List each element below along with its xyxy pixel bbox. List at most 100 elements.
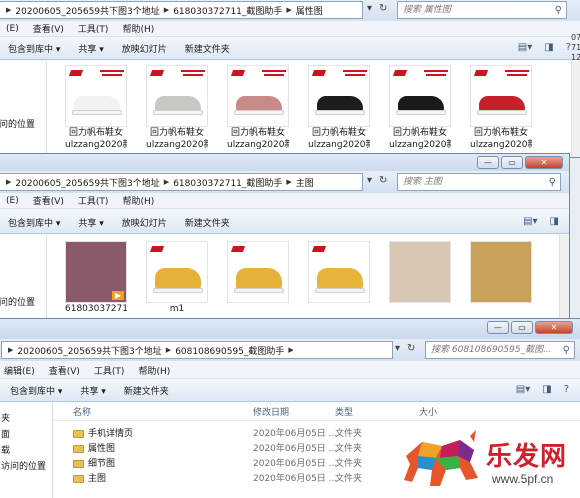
view-options-icon[interactable]: ▤▾ [516, 384, 530, 395]
menu-tools[interactable]: 工具(T) [71, 194, 116, 207]
preview-pane-icon[interactable]: ◨ [544, 42, 553, 53]
maximize-icon[interactable]: ▭ [501, 156, 523, 169]
menu-bar: (E) 查看(V) 工具(T) 帮助(H) [0, 193, 569, 209]
breadcrumb-arrow-icon[interactable]: ▶ [164, 346, 173, 354]
breadcrumb-segment[interactable]: 20200605_205659共下图3个地址 [13, 176, 161, 189]
menu-help[interactable]: 帮助(H) [115, 194, 161, 207]
search-input[interactable]: 搜索 主图 ⚲ [397, 173, 561, 191]
breadcrumb-arrow-icon[interactable]: ▶ [284, 6, 293, 14]
file-item[interactable]: m1 [146, 241, 208, 315]
breadcrumb-arrow-icon[interactable]: ▶ [162, 6, 171, 14]
address-row: ▶ 20200605_205659共下图3个地址 ▶ 618030372711_… [0, 0, 580, 21]
view-options-icon[interactable]: ▤▾ [523, 216, 537, 227]
file-item[interactable] [470, 241, 532, 303]
refresh-icon[interactable]: ↻ [379, 175, 387, 186]
file-item[interactable] [308, 241, 370, 303]
help-icon[interactable]: ? [564, 384, 569, 395]
breadcrumb-segment[interactable]: 20200605_205659共下图3个地址 [15, 344, 163, 357]
menu-view[interactable]: 查看(V) [42, 364, 87, 377]
include-in-library-button[interactable]: 包含到库中 ▾ [0, 42, 69, 55]
share-button[interactable]: 共享 ▾ [69, 216, 112, 229]
file-item[interactable] [227, 241, 289, 303]
breadcrumb-arrow-icon[interactable]: ▶ [162, 178, 171, 186]
nav-item-recent-places[interactable]: 问的位置 [0, 117, 35, 130]
maximize-icon[interactable]: ▭ [511, 321, 533, 334]
search-input[interactable]: 搜索 608108690595_截图... ⚲ [425, 341, 575, 359]
file-item[interactable]: 回力帆布鞋女 ulzzang2020新 [227, 65, 289, 151]
breadcrumb-arrow-icon[interactable]: ▶ [6, 346, 15, 354]
menu-edit[interactable]: (E) [0, 196, 26, 206]
search-placeholder: 搜索 主图 [403, 177, 442, 187]
menu-edit[interactable]: (E) [0, 24, 26, 34]
menu-help[interactable]: 帮助(H) [115, 22, 161, 35]
menu-edit[interactable]: 编辑(E) [0, 364, 42, 377]
menu-view[interactable]: 查看(V) [26, 22, 71, 35]
breadcrumb-segment[interactable]: 属性图 [294, 4, 325, 17]
menu-tools[interactable]: 工具(T) [71, 22, 116, 35]
share-button[interactable]: 共享 ▾ [69, 42, 112, 55]
slideshow-button[interactable]: 放映幻灯片 [113, 216, 176, 229]
minimize-icon[interactable]: — [477, 156, 499, 169]
vertical-scrollbar[interactable] [559, 235, 569, 322]
close-icon[interactable]: ✕ [535, 321, 573, 334]
slideshow-button[interactable]: 放映幻灯片 [113, 42, 176, 55]
file-name-line2: ulzzang2020新 [470, 140, 532, 150]
file-item[interactable]: 回力帆布鞋女 ulzzang2020新 [146, 65, 208, 151]
folder-date: 2020年06月05日 ... [253, 444, 338, 454]
nav-item-recent-places[interactable]: 问的位置 [0, 295, 35, 308]
include-in-library-button[interactable]: 包含到库中 ▾ [0, 384, 71, 397]
column-name[interactable]: 名称 [73, 405, 91, 418]
menu-tools[interactable]: 工具(T) [87, 364, 132, 377]
search-icon[interactable]: ⚲ [549, 175, 556, 190]
close-icon[interactable]: ✕ [525, 156, 563, 169]
folder-date: 2020年06月05日 ... [253, 474, 338, 484]
breadcrumb-segment[interactable]: 20200605_205659共下图3个地址 [13, 4, 161, 17]
refresh-icon[interactable]: ↻ [379, 3, 387, 14]
file-item[interactable]: 回力帆布鞋女 ulzzang2020新 [470, 65, 532, 151]
file-item[interactable] [389, 241, 451, 303]
menu-help[interactable]: 帮助(H) [131, 364, 177, 377]
new-folder-button[interactable]: 新建文件夹 [176, 42, 239, 55]
column-size[interactable]: 大小 [419, 405, 437, 418]
preview-pane-icon[interactable]: ◨ [550, 216, 559, 227]
file-grid: 回力帆布鞋女 ulzzang2020新 回力帆布鞋女 ulzzang2020新 … [47, 61, 580, 157]
share-button[interactable]: 共享 ▾ [71, 384, 114, 397]
nav-item-recent-places[interactable]: 访问的位置 [1, 459, 46, 472]
address-dropdown-icon[interactable]: ▾ [367, 175, 372, 186]
nav-item-downloads[interactable]: 载 [1, 443, 10, 456]
breadcrumb-arrow-icon[interactable]: ▶ [286, 346, 295, 354]
breadcrumb-segment[interactable]: 主图 [294, 176, 316, 189]
file-item[interactable]: 回力帆布鞋女 ulzzang2020新 [308, 65, 370, 151]
folder-icon [73, 444, 84, 453]
refresh-icon[interactable]: ↻ [407, 343, 415, 354]
search-icon[interactable]: ⚲ [563, 343, 570, 358]
address-bar[interactable]: ▶ 20200605_205659共下图3个地址 ▶ 618030372711_… [0, 173, 363, 191]
breadcrumb-arrow-icon[interactable]: ▶ [4, 6, 13, 14]
column-type[interactable]: 类型 [335, 405, 353, 418]
file-item[interactable]: 回力帆布鞋女 ulzzang2020新 [65, 65, 127, 151]
breadcrumb-arrow-icon[interactable]: ▶ [284, 178, 293, 186]
address-dropdown-icon[interactable]: ▾ [367, 3, 372, 14]
address-bar[interactable]: ▶ 20200605_205659共下图3个地址 ▶ 618030372711_… [0, 1, 363, 19]
breadcrumb-segment[interactable]: 618030372711_截图助手 [171, 176, 284, 189]
menu-view[interactable]: 查看(V) [26, 194, 71, 207]
nav-item-desktop[interactable]: 面 [1, 427, 10, 440]
include-in-library-button[interactable]: 包含到库中 ▾ [0, 216, 69, 229]
address-dropdown-icon[interactable]: ▾ [395, 343, 400, 354]
breadcrumb-arrow-icon[interactable]: ▶ [4, 178, 13, 186]
column-date[interactable]: 修改日期 [253, 405, 289, 418]
nav-item-folders[interactable]: 夹 [1, 411, 10, 424]
search-input[interactable]: 搜索 属性图 ⚲ [397, 1, 567, 19]
new-folder-button[interactable]: 新建文件夹 [176, 216, 239, 229]
view-options-icon[interactable]: ▤▾ [518, 42, 532, 53]
minimize-icon[interactable]: — [487, 321, 509, 334]
file-item[interactable]: 回力帆布鞋女 ulzzang2020新 [389, 65, 451, 151]
preview-pane-icon[interactable]: ◨ [542, 384, 551, 395]
vertical-scrollbar[interactable] [571, 61, 580, 157]
search-icon[interactable]: ⚲ [555, 3, 562, 18]
breadcrumb-segment[interactable]: 608108690595_截图助手 [173, 344, 286, 357]
address-bar[interactable]: ▶ 20200605_205659共下图3个地址 ▶ 608108690595_… [1, 341, 393, 359]
new-folder-button[interactable]: 新建文件夹 [115, 384, 178, 397]
breadcrumb-segment[interactable]: 618030372711_截图助手 [171, 4, 284, 17]
file-item[interactable]: ▶ 618030372711_ [65, 241, 127, 315]
